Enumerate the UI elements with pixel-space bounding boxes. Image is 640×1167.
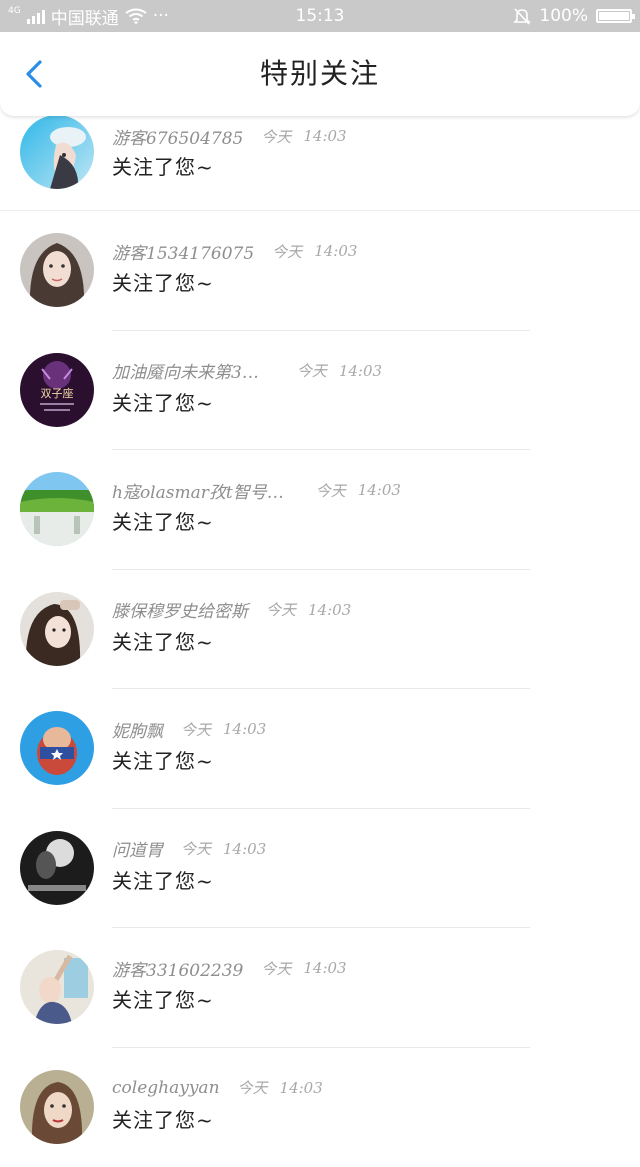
status-right: 100% (513, 0, 632, 32)
user-name[interactable]: 游客676504785 (112, 124, 243, 149)
notification-list: 游客676504785 今天 14:03 关注了您~ 游客1534176075 … (0, 95, 640, 1167)
day-label: 今天 (316, 480, 346, 501)
battery-fill (599, 12, 629, 20)
nav-bar: 特别关注 (0, 32, 640, 116)
carrier-label: 中国联通 (51, 4, 119, 29)
list-item[interactable]: 游客331602239 今天 14:03 关注了您~ (0, 928, 640, 1048)
name-line: 滕保穆罗史给密斯 今天 14:03 (112, 598, 351, 622)
message-text: 关注了您~ (112, 865, 214, 894)
status-bar: 4G 中国联通 ··· 15:13 100% (0, 0, 640, 32)
time-label: 14:03 (223, 720, 266, 738)
more-indicator: ··· (153, 6, 169, 26)
name-line: 妮朐飘 今天 14:03 (112, 717, 266, 741)
day-label: 今天 (266, 599, 296, 620)
avatar[interactable] (20, 233, 94, 307)
day-label: 今天 (272, 241, 302, 262)
message-text: 关注了您~ (112, 267, 214, 296)
day-label: 今天 (261, 126, 291, 147)
avatar[interactable] (20, 592, 94, 666)
name-line: 游客1534176075 今天 14:03 (112, 239, 357, 263)
time-label: 14:03 (280, 1079, 323, 1097)
message-text: 关注了您~ (112, 387, 214, 416)
message-text: 关注了您~ (112, 745, 214, 774)
day-label: 今天 (181, 838, 211, 859)
day-label: 今天 (297, 360, 327, 381)
avatar[interactable] (20, 1070, 94, 1144)
name-line: 游客331602239 今天 14:03 (112, 956, 347, 980)
user-name[interactable]: 游客1534176075 (112, 239, 254, 264)
user-name[interactable]: h寇olasmar孜t智号… (112, 478, 284, 503)
avatar[interactable]: 双子座 (20, 353, 94, 427)
user-name[interactable]: 妮朐飘 (112, 717, 163, 742)
day-label: 今天 (261, 958, 291, 979)
name-line: h寇olasmar孜t智号… 今天 14:03 (112, 478, 401, 502)
user-name[interactable]: 加油魇向未来第3… (112, 358, 259, 383)
avatar[interactable] (20, 711, 94, 785)
message-text: 关注了您~ (112, 984, 214, 1013)
network-badge: 4G (8, 7, 21, 16)
day-label: 今天 (238, 1077, 268, 1098)
message-text: 关注了您~ (112, 626, 214, 655)
bell-muted-icon (513, 7, 531, 25)
avatar[interactable] (20, 831, 94, 905)
avatar[interactable] (20, 950, 94, 1024)
list-item[interactable]: 双子座 加油魇向未来第3… 今天 14:03 关注了您~ (0, 331, 640, 451)
user-name[interactable]: 游客331602239 (112, 956, 243, 981)
time-label: 14:03 (308, 601, 351, 619)
time-label: 14:03 (303, 127, 346, 145)
battery-percent: 100% (539, 6, 588, 26)
message-text: 关注了您~ (112, 1104, 214, 1133)
avatar-text: 双子座 (41, 386, 74, 400)
avatar[interactable] (20, 115, 94, 189)
list-item[interactable]: 游客1534176075 今天 14:03 关注了您~ (0, 211, 640, 331)
name-line: coleghayyan 今天 14:03 (112, 1076, 323, 1100)
day-label: 今天 (181, 719, 211, 740)
user-name[interactable]: 滕保穆罗史给密斯 (112, 597, 248, 622)
time-label: 14:03 (314, 242, 357, 260)
status-left: 4G 中国联通 ··· (8, 0, 169, 32)
time-label: 14:03 (303, 959, 346, 977)
wifi-icon (125, 8, 147, 24)
list-item[interactable]: 问道胃 今天 14:03 关注了您~ (0, 809, 640, 929)
time-label: 14:03 (223, 840, 266, 858)
user-name[interactable]: 问道胃 (112, 836, 163, 861)
battery-icon (596, 9, 632, 23)
user-name[interactable]: coleghayyan (112, 1078, 220, 1098)
message-text: 关注了您~ (112, 506, 214, 535)
name-line: 问道胃 今天 14:03 (112, 837, 266, 861)
name-line: 加油魇向未来第3… 今天 14:03 (112, 359, 382, 383)
list-item[interactable]: coleghayyan 今天 14:03 关注了您~ (0, 1048, 640, 1167)
list-item[interactable]: 妮朐飘 今天 14:03 关注了您~ (0, 689, 640, 809)
time-label: 14:03 (339, 362, 382, 380)
list-item[interactable]: 滕保穆罗史给密斯 今天 14:03 关注了您~ (0, 570, 640, 690)
message-text: 关注了您~ (112, 151, 214, 180)
time-label: 14:03 (358, 481, 401, 499)
list-item[interactable]: h寇olasmar孜t智号… 今天 14:03 关注了您~ (0, 450, 640, 570)
page-title: 特别关注 (0, 32, 640, 116)
name-line: 游客676504785 今天 14:03 (112, 124, 347, 148)
avatar[interactable] (20, 472, 94, 546)
signal-icon (27, 8, 45, 24)
